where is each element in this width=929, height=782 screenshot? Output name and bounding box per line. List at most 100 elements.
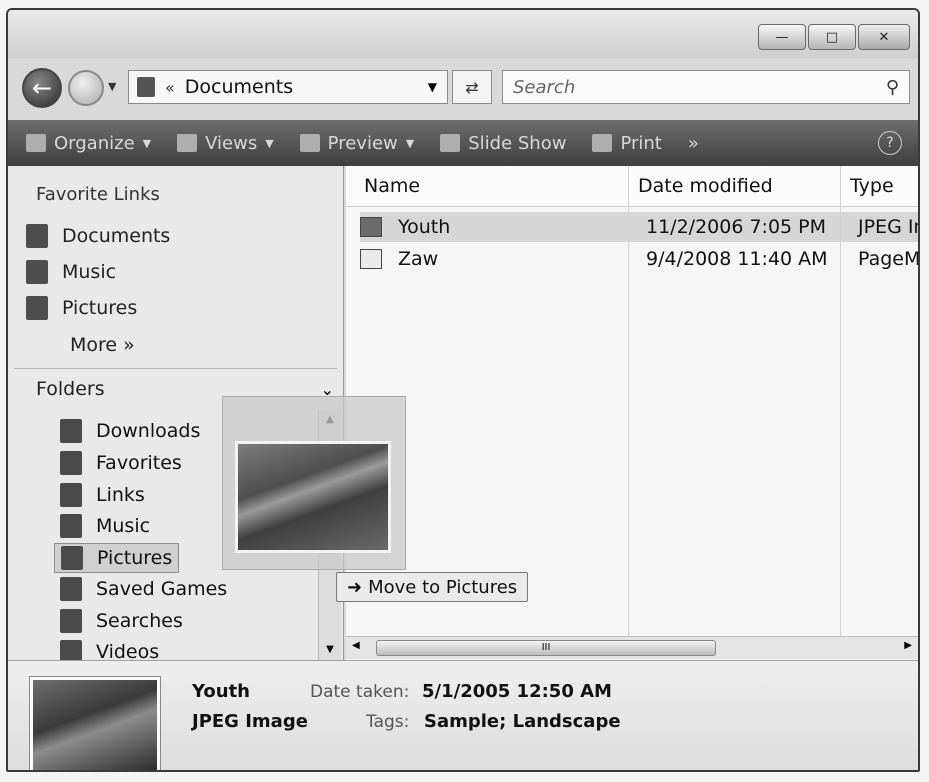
file-name: Zaw — [398, 248, 439, 270]
folder-downloads[interactable]: Downloads — [54, 416, 206, 446]
views-label: Views — [205, 132, 258, 154]
search-input[interactable]: Search — [513, 77, 575, 98]
folder-icon — [60, 451, 82, 475]
search-box[interactable]: Search ⚲ — [502, 70, 910, 104]
column-name[interactable]: Name — [364, 166, 420, 206]
folders-heading: Folders — [36, 378, 105, 400]
pictures-folder-icon — [26, 296, 48, 320]
minimize-icon: — — [775, 29, 789, 45]
print-button[interactable]: Print — [592, 132, 662, 154]
videos-folder-icon — [60, 640, 82, 660]
folder-pictures[interactable]: Pictures — [54, 543, 180, 573]
search-folder-icon — [60, 609, 82, 633]
forward-button[interactable] — [68, 70, 104, 106]
file-row-zaw[interactable]: Zaw 9/4/2008 11:40 AM PageM — [360, 244, 918, 274]
back-arrow-icon: ← — [31, 74, 53, 102]
music-folder-icon — [26, 260, 48, 284]
refresh-button[interactable]: ⇄ — [452, 70, 492, 104]
help-icon: ? — [886, 135, 894, 151]
folder-favorites[interactable]: Favorites — [54, 448, 188, 478]
recent-pages-dropdown[interactable]: ▼ — [108, 80, 116, 93]
column-divider[interactable] — [628, 166, 629, 206]
refresh-icon: ⇄ — [465, 77, 479, 97]
documents-folder-icon — [26, 224, 48, 248]
printer-icon — [592, 134, 613, 152]
details-date-label: Date taken: — [310, 682, 410, 702]
details-tags-label: Tags: — [366, 712, 410, 732]
toolbar-overflow-button[interactable]: » — [688, 133, 699, 154]
folder-links[interactable]: Links — [54, 480, 151, 510]
help-button[interactable]: ? — [878, 131, 902, 155]
file-date: 11/2/2006 7:05 PM — [646, 216, 827, 238]
file-type: PageM — [858, 248, 920, 270]
address-dropdown-icon[interactable]: ▼ — [428, 80, 437, 94]
file-date: 9/4/2008 11:40 AM — [646, 248, 828, 270]
folder-music[interactable]: Music — [54, 511, 156, 541]
chevron-down-icon: ▼ — [405, 136, 415, 150]
folder-videos[interactable]: Videos — [54, 637, 165, 660]
title-bar[interactable]: — □ ✕ — [8, 10, 918, 58]
favorite-link-documents[interactable]: Documents — [26, 224, 170, 248]
folder-label: Searches — [96, 610, 183, 632]
views-button[interactable]: Views ▼ — [177, 133, 274, 154]
column-type[interactable]: Type — [850, 166, 894, 206]
scroll-left-icon[interactable]: ◀ — [352, 640, 360, 651]
favorite-link-pictures[interactable]: Pictures — [26, 296, 137, 320]
column-divider[interactable] — [840, 166, 841, 206]
favorite-link-label: Documents — [62, 225, 171, 247]
arrow-right-icon: ➜ — [347, 576, 363, 598]
folder-label: Favorites — [96, 452, 182, 474]
overflow-icon: » — [687, 132, 699, 154]
folder-saved-games[interactable]: Saved Games — [54, 574, 233, 604]
scrollbar-grip: III — [541, 642, 551, 653]
breadcrumb-documents[interactable]: Documents — [185, 76, 293, 98]
back-button[interactable]: ← — [22, 68, 62, 108]
details-thumbnail — [30, 677, 160, 770]
scrollbar-thumb[interactable]: III — [376, 640, 716, 656]
chevron-down-icon: ▼ — [142, 136, 152, 150]
preview-button[interactable]: Preview ▼ — [299, 133, 415, 154]
slideshow-label: Slide Show — [468, 132, 567, 154]
organize-label: Organize — [54, 132, 135, 154]
landscape-thumbnail — [235, 441, 391, 553]
search-icon[interactable]: ⚲ — [886, 77, 899, 98]
slideshow-icon — [440, 134, 461, 152]
close-icon: ✕ — [878, 29, 890, 45]
file-row-youth[interactable]: Youth 11/2/2006 7:05 PM JPEG In — [360, 212, 918, 242]
slideshow-button[interactable]: Slide Show — [440, 133, 566, 154]
minimize-button[interactable]: — — [758, 24, 806, 50]
favorite-links-heading: Favorite Links — [36, 184, 160, 205]
drag-tooltip-text: Move to Pictures — [368, 576, 518, 598]
details-tags-value[interactable]: Sample; Landscape — [424, 711, 621, 732]
organize-button[interactable]: Organize ▼ — [26, 133, 151, 154]
maximize-icon: □ — [825, 29, 839, 45]
column-gridline — [628, 206, 629, 636]
scroll-down-icon[interactable]: ▼ — [319, 640, 341, 660]
folder-icon — [60, 483, 82, 507]
folder-icon — [60, 419, 82, 443]
favorite-link-music[interactable]: Music — [26, 260, 116, 284]
details-file-name: Youth — [192, 681, 250, 702]
preview-icon — [299, 134, 320, 152]
image-file-icon — [360, 217, 382, 237]
close-button[interactable]: ✕ — [858, 24, 910, 50]
column-date-modified[interactable]: Date modified — [638, 166, 773, 206]
column-header-row: Name Date modified Type — [346, 166, 918, 207]
print-label: Print — [620, 132, 662, 154]
window-controls: — □ ✕ — [758, 24, 910, 50]
folder-label: Links — [96, 484, 145, 506]
breadcrumb-overflow[interactable]: « — [165, 78, 175, 97]
maximize-button[interactable]: □ — [808, 24, 856, 50]
folder-searches[interactable]: Searches — [54, 606, 189, 636]
folder-label: Music — [96, 515, 151, 537]
folder-icon — [60, 577, 82, 601]
details-date-value[interactable]: 5/1/2005 12:50 AM — [422, 681, 612, 702]
more-links[interactable]: More » — [70, 334, 135, 356]
music-folder-icon — [60, 514, 82, 538]
horizontal-scrollbar[interactable]: ◀ III ▶ — [346, 636, 918, 659]
address-bar[interactable]: « Documents ▼ — [128, 70, 448, 104]
address-row: ← ▼ « Documents ▼ ⇄ Search ⚲ — [8, 60, 918, 120]
folder-icon — [137, 77, 155, 97]
pane-divider[interactable] — [14, 368, 337, 369]
scroll-right-icon[interactable]: ▶ — [904, 640, 912, 651]
